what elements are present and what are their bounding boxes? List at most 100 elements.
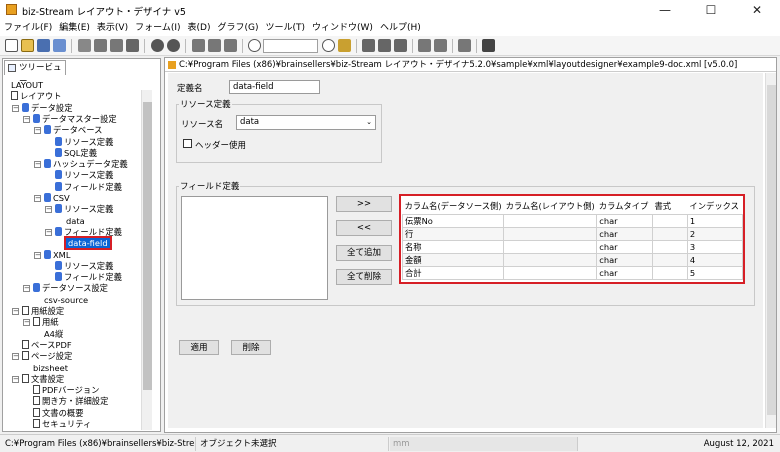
menu-view[interactable]: 表示(V)	[94, 20, 131, 36]
collapse-toggle-icon[interactable]: −	[12, 104, 19, 112]
tree-node[interactable]: LAYOUT	[11, 80, 43, 91]
table-cell[interactable]: 行	[401, 226, 505, 241]
split-icon[interactable]	[458, 39, 471, 52]
scroll-thumb[interactable]	[767, 85, 776, 415]
paste-icon[interactable]	[110, 39, 123, 52]
align-right-icon[interactable]	[224, 39, 237, 52]
table-cell[interactable]: char	[596, 239, 653, 254]
menu-table[interactable]: 表(D)	[185, 20, 214, 36]
tree-node[interactable]: リソース定義	[55, 260, 113, 272]
tree-node[interactable]: フィールド定義	[55, 226, 122, 238]
table-cell[interactable]: 3	[686, 239, 744, 254]
delete-icon[interactable]	[126, 39, 139, 52]
delete-button[interactable]: 削除	[231, 340, 271, 355]
def-name-input[interactable]: data-field	[229, 80, 320, 94]
table-row[interactable]: 金額 char 4	[401, 252, 744, 267]
tree-node[interactable]: リソース定義	[55, 136, 113, 148]
tree-node[interactable]: データベース	[44, 125, 102, 136]
remove-all-button[interactable]: 全て削除	[336, 269, 392, 285]
tree-node[interactable]: ベースPDF	[22, 339, 72, 351]
align-left-icon[interactable]	[192, 39, 205, 52]
add-button[interactable]: >>	[336, 196, 392, 212]
scroll-thumb[interactable]	[143, 102, 152, 390]
tree-node[interactable]: レイアウト	[11, 91, 62, 102]
resource-name-select[interactable]: data ⌄	[236, 115, 376, 130]
table-cell[interactable]: 2	[686, 226, 744, 241]
column-header[interactable]: カラム名(データソース側)	[402, 198, 504, 214]
table-row[interactable]: 名称 char 3	[401, 239, 744, 254]
tree-node[interactable]: data-field	[64, 236, 112, 251]
menu-help[interactable]: ヘルプ(H)	[377, 20, 424, 36]
column-header[interactable]: カラムタイプ	[596, 198, 653, 214]
collapse-toggle-icon[interactable]: −	[12, 308, 19, 315]
tree-node[interactable]: bizsheet	[33, 363, 68, 374]
menu-window[interactable]: ウィンドウ(W)	[309, 20, 376, 36]
column-header[interactable]: インデックス	[687, 198, 743, 214]
table-cell[interactable]: 4	[686, 252, 744, 267]
collapse-toggle-icon[interactable]: −	[34, 251, 41, 259]
tree-node[interactable]: ページ設定	[22, 351, 72, 362]
tree-node[interactable]: 文書の概要	[33, 407, 84, 419]
table-cell[interactable]: char	[596, 252, 653, 267]
copy-icon[interactable]	[78, 39, 91, 52]
remove-button[interactable]: <<	[336, 220, 392, 236]
collapse-toggle-icon[interactable]: −	[23, 115, 30, 123]
tree-node[interactable]: 用紙	[33, 317, 59, 328]
collapse-toggle-icon[interactable]: −	[34, 161, 41, 169]
menu-form[interactable]: フォーム(I)	[132, 20, 183, 36]
tree-node[interactable]: 用紙設定	[22, 306, 64, 317]
table-cell[interactable]	[651, 239, 688, 254]
zoom-in-icon[interactable]	[248, 39, 261, 52]
align-center-icon[interactable]	[208, 39, 221, 52]
tree-scrollbar[interactable]	[141, 90, 152, 430]
tab-tree-view[interactable]: ツリービュー	[4, 60, 66, 87]
menu-file[interactable]: ファイル(F)	[1, 20, 55, 36]
tree-node[interactable]: 開き方・詳細設定	[33, 396, 108, 407]
tree-node[interactable]: CSV	[44, 193, 70, 204]
save-icon[interactable]	[37, 39, 50, 52]
collapse-toggle-icon[interactable]: −	[12, 375, 19, 383]
table-icon[interactable]	[378, 39, 391, 52]
cut-icon[interactable]	[94, 39, 107, 52]
save-as-icon[interactable]	[53, 39, 66, 52]
close-button[interactable]: ✕	[734, 0, 780, 20]
menu-edit[interactable]: 編集(E)	[56, 20, 93, 36]
new-file-icon[interactable]	[5, 39, 18, 52]
column-header[interactable]: 書式	[652, 198, 688, 214]
zoom-select[interactable]	[263, 39, 318, 53]
tree-node[interactable]: SQL定義	[55, 147, 97, 159]
table-cell[interactable]: 5	[686, 265, 744, 280]
table-cell[interactable]	[651, 226, 688, 241]
table-row[interactable]: 伝票No char 1	[401, 213, 744, 228]
collapse-toggle-icon[interactable]: −	[23, 319, 30, 327]
tree-node[interactable]: データソース設定	[33, 283, 108, 294]
stop-icon[interactable]	[482, 39, 495, 52]
column-header[interactable]: カラム名(レイアウト側)	[503, 198, 597, 214]
tree-node[interactable]: データ設定	[22, 102, 73, 114]
list-icon[interactable]	[394, 39, 407, 52]
table-cell[interactable]	[503, 265, 598, 280]
maximize-button[interactable]: ☐	[688, 0, 734, 20]
collapse-toggle-icon[interactable]: −	[45, 228, 52, 236]
tree-node[interactable]: ハッシュデータ定義	[44, 159, 128, 170]
tree-node[interactable]: セキュリティ	[33, 419, 91, 430]
tree-node[interactable]: A4縦	[44, 329, 63, 340]
table-cell[interactable]: 1	[686, 213, 744, 228]
pencil-icon[interactable]	[338, 39, 351, 52]
table-cell[interactable]	[503, 226, 598, 241]
table-cell[interactable]: 金額	[401, 252, 505, 267]
print-icon[interactable]	[434, 39, 447, 52]
table-cell[interactable]: char	[596, 213, 653, 228]
tree-node[interactable]: 文書設定	[22, 373, 64, 385]
tree-node[interactable]: csv-source	[44, 295, 88, 306]
minimize-button[interactable]: —	[642, 0, 688, 20]
collapse-toggle-icon[interactable]: −	[34, 127, 41, 135]
tree-node[interactable]: フィールド定義	[55, 272, 122, 283]
apply-button[interactable]: 適用	[179, 340, 219, 355]
redo-icon[interactable]	[167, 39, 180, 52]
collapse-toggle-icon[interactable]: −	[34, 195, 41, 202]
table-row[interactable]: 合計 char 5	[401, 265, 744, 280]
table-cell[interactable]: char	[596, 265, 653, 280]
collapse-toggle-icon[interactable]: −	[23, 285, 30, 293]
field-list[interactable]	[181, 196, 328, 300]
